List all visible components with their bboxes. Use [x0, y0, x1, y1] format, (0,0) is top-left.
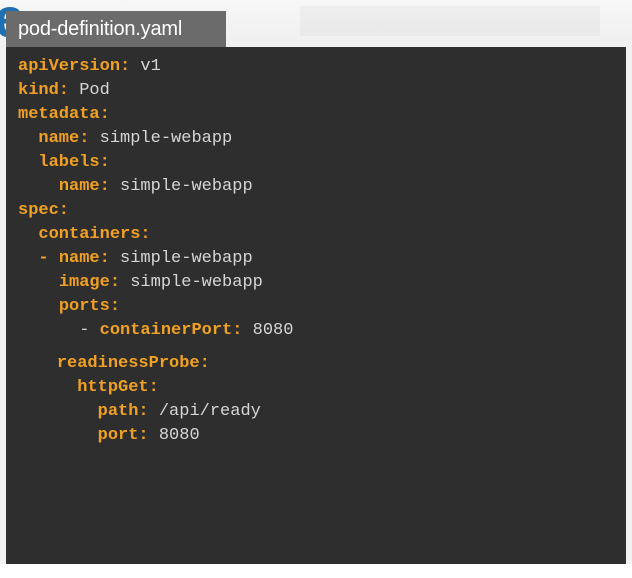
code-line: - containerPort: 8080: [18, 321, 294, 340]
code-line: kind: Pod: [18, 81, 110, 101]
code-line: path: /api/ready: [16, 402, 261, 422]
code-line: containers:: [18, 225, 151, 245]
yaml-key: apiVersion:: [18, 57, 131, 76]
yaml-key: spec:: [18, 201, 70, 220]
yaml-key: name:: [38, 129, 90, 148]
yaml-key: httpGet:: [77, 378, 159, 397]
code-line: labels:: [18, 153, 110, 173]
yaml-value: simple-webapp: [109, 249, 253, 268]
yaml-value: 8080: [148, 426, 200, 445]
yaml-key: labels:: [38, 153, 110, 172]
yaml-key: metadata:: [18, 105, 110, 124]
code-line: ports:: [18, 297, 120, 317]
yaml-value: simple-webapp: [89, 129, 233, 148]
yaml-key: name:: [58, 249, 110, 268]
code-line: name: simple-webapp: [18, 129, 232, 149]
code-line: spec:: [18, 201, 69, 221]
yaml-value: Pod: [69, 81, 110, 100]
yaml-key: readinessProbe:: [56, 354, 210, 373]
yaml-value: simple-webapp: [109, 177, 253, 196]
code-line: name: simple-webapp: [18, 177, 253, 197]
code-line: readinessProbe:: [16, 354, 210, 374]
code-line: apiVersion: v1: [18, 57, 161, 77]
code-line: - name: simple-webapp: [18, 249, 253, 268]
bottom-background: [0, 564, 632, 578]
code-line: httpGet:: [16, 378, 159, 398]
yaml-key: containerPort:: [99, 321, 243, 340]
yaml-key: path:: [97, 402, 149, 421]
code-line: port: 8080: [16, 426, 200, 446]
yaml-value: /api/ready: [148, 402, 261, 421]
yaml-value: v1: [130, 57, 161, 76]
yaml-key: ports:: [58, 297, 121, 316]
yaml-key: name:: [58, 177, 110, 196]
yaml-key: image:: [58, 273, 121, 292]
file-tab-label: pod-definition.yaml: [18, 18, 183, 40]
code-editor-panel: apiVersion: v1 kind: Pod metadata: name:…: [6, 47, 626, 564]
yaml-key: containers:: [38, 225, 151, 244]
yaml-value: 8080: [242, 321, 294, 340]
code-line: metadata:: [18, 105, 110, 125]
code-line: image: simple-webapp: [18, 273, 263, 293]
faded-heading-background: [300, 6, 600, 36]
yaml-value: simple-webapp: [120, 273, 263, 292]
file-tab[interactable]: pod-definition.yaml: [6, 11, 226, 47]
yaml-key: kind:: [18, 81, 70, 100]
yaml-key: port:: [97, 426, 149, 445]
